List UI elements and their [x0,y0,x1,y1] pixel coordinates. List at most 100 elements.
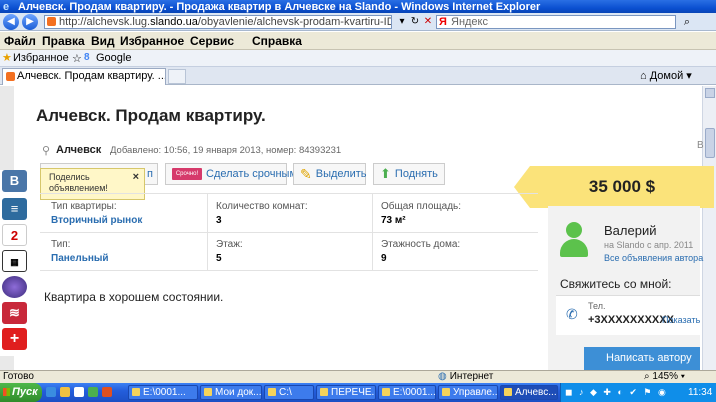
start-button[interactable]: Пуск [0,383,42,402]
urgent-button[interactable]: Срочно! Сделать срочным [165,163,297,185]
field-value-link[interactable]: Панельный [51,253,109,264]
divider [372,193,373,270]
menu-edit[interactable]: Правка [42,34,85,48]
address-buttons: ▾ ↻ ✕ [396,15,435,29]
field-value: 5 [216,253,222,264]
field-value: 9 [381,253,387,264]
taskbar-item[interactable]: E:\0001... [128,385,198,400]
avatar-body [560,239,588,257]
vertical-scrollbar[interactable] [702,86,716,370]
home-button[interactable]: ⌂ Домой ▾ [640,69,692,82]
message-author-label: Написать автору [606,352,692,364]
close-icon[interactable]: × [133,172,139,183]
ad-added-info: Добавлено: 10:56, 19 января 2013, номер:… [110,145,342,156]
menu-file[interactable]: Файл [4,34,36,48]
menu-view[interactable]: Вид [91,34,115,48]
divider [40,232,538,233]
window-title-bar: e Алчевск. Продам квартиру. - Продажа кв… [0,0,716,14]
google-link[interactable]: Google [96,52,131,64]
taskbar-item[interactable]: Мои док... [200,385,262,400]
status-zone: ◍ Интернет [438,371,493,383]
search-icon[interactable]: ⌕ [680,15,694,29]
favorites-bar: ★ Избранное ☆ 8 Google [0,50,716,67]
share-tooltip: Поделись объявлением! × [40,168,145,200]
ad-city[interactable]: Алчевск [56,144,101,156]
orb-icon[interactable] [2,276,27,298]
tooltip-text: Поделись объявлением! [49,172,108,193]
avatar-icon [558,222,590,258]
tab-label: Алчевск. Продам квартиру. ... [17,70,166,82]
scroll-up-icon[interactable] [705,88,715,98]
quicklaunch-folder-icon[interactable] [60,387,70,397]
show-phone-link[interactable]: Показать [662,315,700,325]
menu-help[interactable]: Справка [252,34,302,48]
scroll-thumb[interactable] [705,128,715,158]
address-bar[interactable]: http://alchevsk.lug.slando.ua/obyavlenie… [44,15,392,29]
globe-icon: ◍ [438,371,447,382]
quicklaunch-ie-icon[interactable] [46,387,56,397]
all-ads-link[interactable]: Все объявления автора [604,253,703,263]
contact-header: Свяжитесь со мной: [560,277,672,291]
menu-tools[interactable]: Сервис [190,34,234,48]
field-label: Этажность дома: [381,239,461,250]
taskbar-item[interactable]: ПЕРЕЧЕ... [316,385,376,400]
taskbar-item[interactable]: E:\0001... [378,385,436,400]
quicklaunch-media-icon[interactable] [74,387,84,397]
plus-icon[interactable]: + [2,328,27,350]
number-two-icon[interactable]: 2 [2,224,27,246]
share-label-tail: п [147,168,153,180]
window-title: Алчевск. Продам квартиру. - Продажа квар… [18,1,541,13]
highlight-button[interactable]: ✎ Выделить [293,163,366,185]
taskbar-item-active[interactable]: Алчевс... [500,385,558,400]
taskbar-item[interactable]: C:\ [264,385,314,400]
left-toolbar: В ≡ 2 ▦ ≋ + [0,170,29,356]
home-icon: ⌂ [640,70,647,82]
stop-icon[interactable]: ✕ [422,15,434,28]
field-value: 3 [216,215,222,226]
avatar-head [566,222,582,238]
quicklaunch-app2-icon[interactable] [102,387,112,397]
dropdown-icon[interactable]: ▾ [396,15,408,28]
price-tag: 35 000 $ [514,166,714,208]
search-box[interactable]: Я Яндекс [436,15,676,29]
vk-icon[interactable]: В [2,170,27,192]
urgent-label: Сделать срочным [206,168,298,180]
message-author-button[interactable]: Написать автору [584,347,700,370]
zoom-control[interactable]: ⌕ 145% ▾ [644,371,685,383]
address-row: ◀ ▶ http://alchevsk.lug.slando.ua/obyavl… [0,13,716,31]
qr-code-icon[interactable]: ▦ [2,250,27,272]
raise-label: Поднять [394,168,438,180]
star-icon: ★ [2,52,12,64]
zoom-level: 145% [652,371,678,382]
tab-active[interactable]: Алчевск. Продам квартиру. ... [2,68,166,85]
raise-button[interactable]: ⬆ Поднять [373,163,445,185]
home-label: Домой [649,70,684,82]
red-app-icon[interactable]: ≋ [2,302,27,324]
refresh-icon[interactable]: ↻ [409,15,421,28]
zone-label: Интернет [449,371,494,382]
favorites-button[interactable]: Избранное [13,52,69,64]
url-rest: /obyavlenie/alchevsk-prodam-kvartiru-ID5… [197,16,392,28]
location-pin-icon: ⚲ [42,145,51,157]
phone-icon: ✆ [566,306,578,322]
field-label: Тип: [51,239,71,250]
yandex-icon: Я [439,16,447,28]
tray-icons[interactable]: ◼ ♪ ◆ ✚ ◐ ✔ ⚑ ◉ [565,387,668,398]
field-value-link[interactable]: Вторичный рынок [51,215,142,226]
back-icon[interactable]: ◀ [3,14,19,30]
add-favorite-icon[interactable]: ☆ [72,52,82,65]
books-icon[interactable]: ≡ [2,198,27,220]
taskbar: Пуск E:\0001... Мои док... C:\ ПЕРЕЧЕ...… [0,383,716,402]
menu-favorites[interactable]: Избранное [120,34,184,48]
new-tab-button[interactable] [168,69,186,84]
taskbar-item[interactable]: Управле... [438,385,498,400]
right-edge-text: В [697,140,704,151]
google-icon: 8 [84,52,90,63]
quicklaunch-app-icon[interactable] [88,387,98,397]
ad-description: Квартира в хорошем состоянии. [44,290,224,304]
forward-icon[interactable]: ▶ [22,14,38,30]
url-domain: slando.ua [150,16,198,28]
search-placeholder: Яндекс [451,16,488,28]
seller-name: Валерий [604,223,657,238]
seller-since: на Slando с апр. 2011 [604,240,694,250]
